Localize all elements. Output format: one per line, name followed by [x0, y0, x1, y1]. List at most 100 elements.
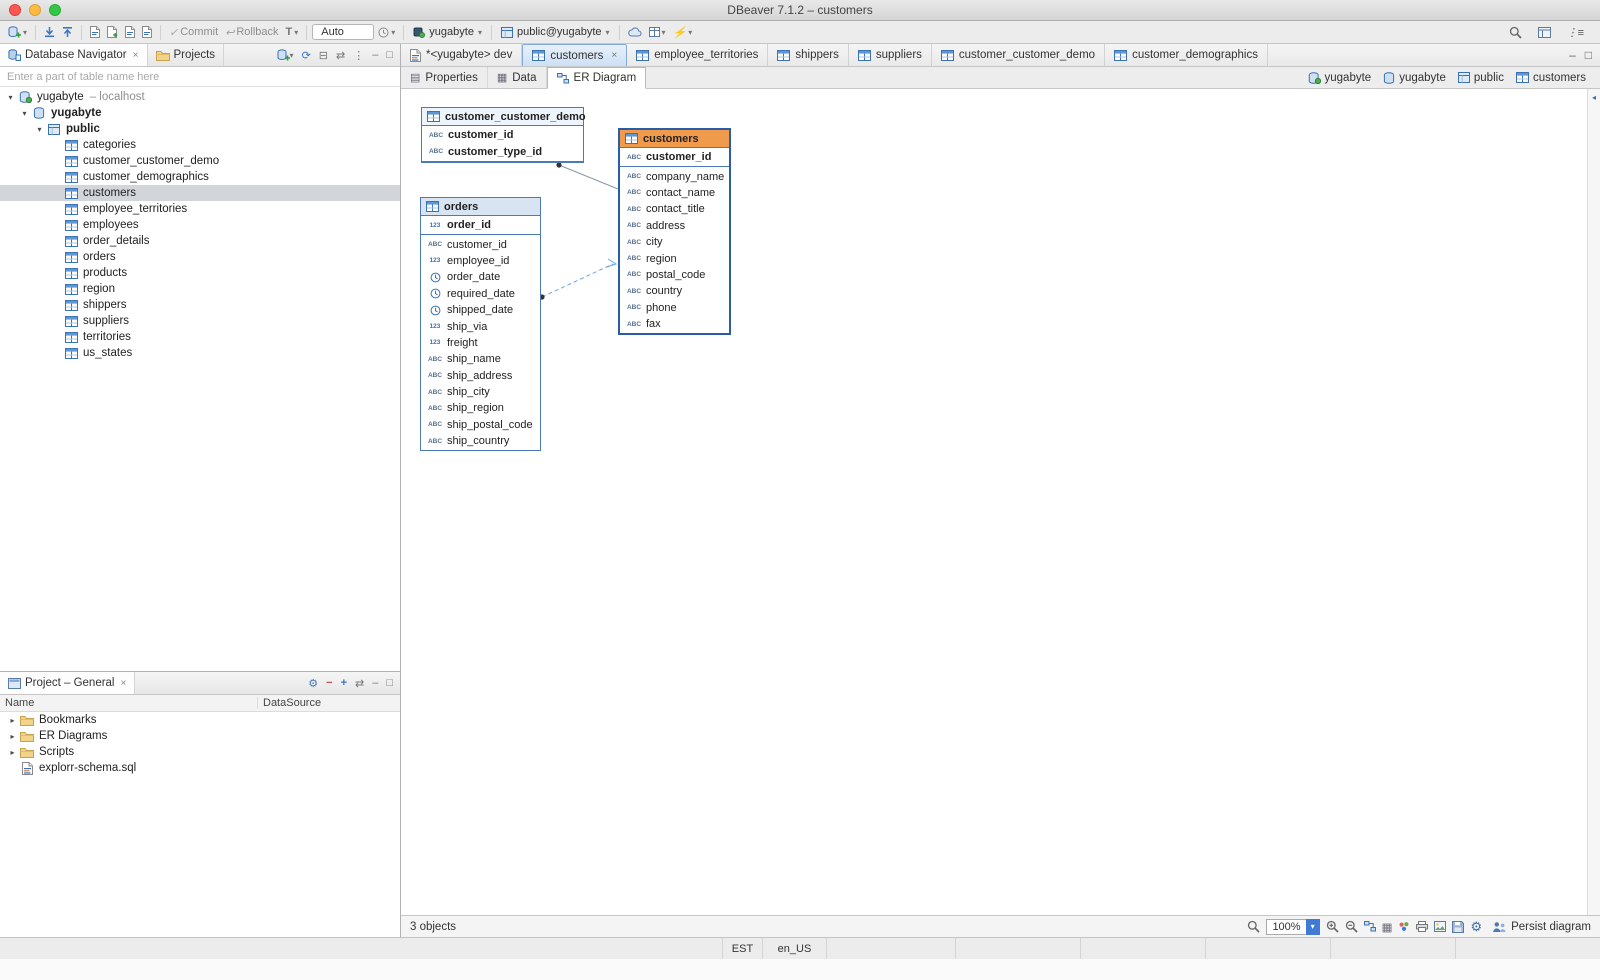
column-contact_title[interactable]: ABCcontact_title — [620, 201, 729, 217]
locale-indicator[interactable]: en_US — [762, 938, 826, 959]
minimize-view-icon[interactable]: – — [372, 49, 378, 61]
column-freight[interactable]: 123freight — [421, 335, 540, 351]
expand-arrow-icon[interactable]: ▸ — [6, 732, 19, 741]
palette-flyout-strip[interactable]: ◂ — [1587, 89, 1600, 915]
tree-item-table-products[interactable]: products — [0, 265, 400, 281]
column-ship_address[interactable]: ABCship_address — [421, 368, 540, 384]
close-icon[interactable]: × — [121, 678, 127, 689]
tree-item-table-territories[interactable]: territories — [0, 329, 400, 345]
column-ship_city[interactable]: ABCship_city — [421, 384, 540, 400]
column-name[interactable]: Name — [0, 697, 258, 709]
tree-item-table-shippers[interactable]: shippers — [0, 297, 400, 313]
expand-arrow-icon[interactable]: ▸ — [6, 748, 19, 757]
cloud-button[interactable] — [625, 26, 645, 38]
new-sql-editor-button[interactable] — [104, 25, 121, 39]
entity-header[interactable]: orders — [421, 198, 540, 216]
column-ship_name[interactable]: ABCship_name — [421, 351, 540, 367]
close-window-button[interactable] — [9, 4, 21, 16]
column-shipped_date[interactable]: shipped_date — [421, 302, 540, 318]
timezone-indicator[interactable]: EST — [722, 938, 762, 959]
column-ship_region[interactable]: ABCship_region — [421, 400, 540, 416]
entity-header[interactable]: customer_customer_demo — [422, 108, 583, 126]
tree-item-table-us_states[interactable]: us_states — [0, 345, 400, 361]
column-required_date[interactable]: required_date — [421, 286, 540, 302]
column-region[interactable]: ABCregion — [620, 250, 729, 266]
tree-item-table-suppliers[interactable]: suppliers — [0, 313, 400, 329]
column-ship_postal_code[interactable]: ABCship_postal_code — [421, 417, 540, 433]
column-contact_name[interactable]: ABCcontact_name — [620, 185, 729, 201]
column-address[interactable]: ABCaddress — [620, 218, 729, 234]
auto-layout-icon[interactable] — [1364, 921, 1376, 932]
diagram-colors-icon[interactable] — [1398, 921, 1410, 932]
refresh-icon[interactable]: ⟳ — [302, 49, 311, 62]
import-data-button[interactable] — [41, 25, 58, 39]
expand-arrow-icon[interactable]: ▾ — [4, 93, 17, 102]
expand-arrow-icon[interactable]: ▾ — [33, 125, 46, 134]
zoom-out-icon[interactable] — [1345, 920, 1358, 933]
schema-selector[interactable]: public@yugabyte▾ — [497, 25, 614, 39]
subtab-properties[interactable]: ▤Properties — [401, 67, 488, 88]
transaction-log-button[interactable]: ▾ — [375, 26, 398, 39]
quick-access-menu-button[interactable]: ⋮≡ — [1564, 25, 1587, 40]
maximize-editor-icon[interactable]: □ — [1585, 48, 1592, 62]
breadcrumb-customers[interactable]: customers — [1516, 72, 1586, 84]
settings-icon[interactable]: ⚙ — [308, 677, 318, 690]
sql-editor-button[interactable] — [87, 25, 103, 39]
tree-item-table-employee_territories[interactable]: employee_territories — [0, 201, 400, 217]
search-button[interactable] — [1506, 25, 1525, 40]
connection-selector[interactable]: yugabyte▾ — [409, 25, 486, 39]
column-customer_id[interactable]: ABCcustomer_id — [620, 149, 729, 165]
editor-tab-customer-customer-demo[interactable]: customer_customer_demo — [932, 44, 1105, 66]
add-item-icon[interactable]: + — [341, 677, 347, 689]
tasks-button[interactable]: ⚡▾ — [670, 25, 696, 40]
tree-item-connection[interactable]: ▾yugabyte– localhost — [0, 89, 400, 105]
palette-flyout-icon[interactable]: ◂ — [1592, 93, 1596, 102]
export-data-button[interactable] — [59, 25, 76, 39]
column-customer_id[interactable]: ABCcustomer_id — [421, 236, 540, 252]
print-diagram-icon[interactable] — [1416, 921, 1428, 932]
collapse-all-icon[interactable]: ⊟ — [319, 49, 328, 62]
column-fax[interactable]: ABCfax — [620, 316, 729, 332]
subtab-data[interactable]: ▦Data — [488, 67, 547, 88]
entity-header[interactable]: customers — [620, 130, 729, 148]
tab-project-general[interactable]: Project – General× — [0, 672, 135, 694]
project-item-explorr-schema-sql[interactable]: explorr-schema.sql — [0, 760, 400, 776]
tree-item-table-customers[interactable]: customers — [0, 185, 400, 201]
entity-customer_customer_demo[interactable]: customer_customer_demoABCcustomer_idABCc… — [421, 107, 584, 163]
open-sql-script-button[interactable] — [122, 25, 138, 39]
maximize-view-icon[interactable]: □ — [386, 49, 393, 61]
tree-item-table-employees[interactable]: employees — [0, 217, 400, 233]
tab-projects[interactable]: Projects — [148, 44, 225, 66]
column-city[interactable]: ABCcity — [620, 234, 729, 250]
remove-item-icon[interactable]: − — [326, 677, 332, 689]
er-canvas[interactable]: customer_customer_demoABCcustomer_idABCc… — [401, 89, 1587, 915]
entity-orders[interactable]: orders123order_idABCcustomer_id123employ… — [420, 197, 541, 451]
zoom-window-button[interactable] — [49, 4, 61, 16]
tree-item-table-customer_demographics[interactable]: customer_demographics — [0, 169, 400, 185]
editor-tab-shippers[interactable]: shippers — [768, 44, 848, 66]
column-country[interactable]: ABCcountry — [620, 283, 729, 299]
column-ship_via[interactable]: 123ship_via — [421, 318, 540, 334]
new-connection-icon[interactable]: ▾ — [277, 49, 294, 61]
column-postal_code[interactable]: ABCpostal_code — [620, 267, 729, 283]
zoom-original-icon[interactable] — [1247, 920, 1260, 933]
editor-tab--yugabyte-dev[interactable]: *<yugabyte> dev — [401, 44, 522, 66]
tree-item-table-region[interactable]: region — [0, 281, 400, 297]
column-customer_id[interactable]: ABCcustomer_id — [422, 127, 583, 143]
toggle-grid-icon[interactable]: ▦ — [1382, 920, 1393, 934]
editor-tab-employee-territories[interactable]: employee_territories — [627, 44, 768, 66]
expand-arrow-icon[interactable]: ▸ — [6, 716, 19, 725]
tab-database-navigator[interactable]: Database Navigator× — [0, 44, 148, 66]
project-item-er-diagrams[interactable]: ▸ER Diagrams — [0, 728, 400, 744]
column-phone[interactable]: ABCphone — [620, 300, 729, 316]
chevron-down-icon[interactable]: ▾ — [1306, 919, 1320, 935]
column-ship_country[interactable]: ABCship_country — [421, 433, 540, 449]
column-order_id[interactable]: 123order_id — [421, 217, 540, 233]
tree-item-database[interactable]: ▾yugabyte — [0, 105, 400, 121]
auto-commit-combo[interactable]: Auto — [312, 24, 374, 40]
breadcrumb-yugabyte[interactable]: yugabyte — [1308, 72, 1372, 84]
maximize-view-icon[interactable]: □ — [386, 677, 393, 689]
minimize-view-icon[interactable]: – — [372, 677, 378, 689]
breadcrumb-yugabyte[interactable]: yugabyte — [1383, 72, 1446, 84]
tree-item-table-order_details[interactable]: order_details — [0, 233, 400, 249]
